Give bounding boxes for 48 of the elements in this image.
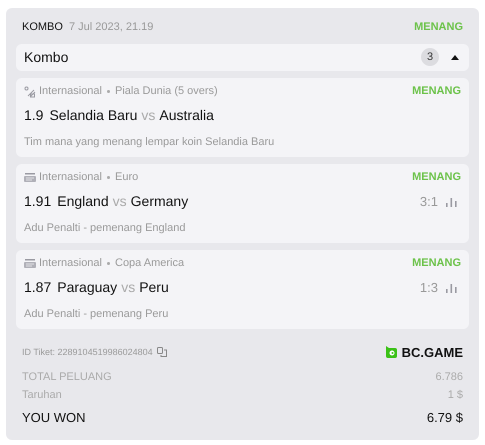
bet-selection: Adu Penalti - pemenang England xyxy=(24,220,186,236)
fifa-logo-icon xyxy=(24,172,36,184)
fifa-logo-icon xyxy=(24,258,36,270)
odds: 1.87 xyxy=(24,278,52,297)
status-label: MENANG xyxy=(412,256,461,272)
event-category: Internasional xyxy=(39,84,102,100)
summary-label: YOU WON xyxy=(22,409,86,428)
bet-date: 7 Jul 2023, 21.19 xyxy=(68,20,154,35)
cricket-icon xyxy=(24,86,36,98)
brand-name: BC.GAME xyxy=(402,344,463,362)
versus-label: vs xyxy=(141,106,156,125)
score: 3:1 xyxy=(420,192,438,211)
event-league: Piala Dunia (5 overs) xyxy=(115,84,218,100)
count-badge: 3 xyxy=(421,48,439,66)
status-label: MENANG xyxy=(414,20,463,35)
event-category: Internasional xyxy=(39,170,102,186)
summary-label: TOTAL PELUANG xyxy=(22,370,112,385)
ticket-id: ID Tiket: 2289104519986024804 xyxy=(22,346,153,358)
brand-logo-icon xyxy=(384,345,398,360)
copy-icon[interactable] xyxy=(156,347,167,358)
bet-selection: Adu Penalti - pemenang Peru xyxy=(24,306,170,322)
odds: 1.9 xyxy=(24,106,44,125)
home-team: England xyxy=(57,192,109,211)
bet-selection: Tim mana yang menang lempar koin Selandia Baru xyxy=(24,134,276,150)
summary-label: Taruhan xyxy=(22,388,62,403)
away-team: Australia xyxy=(159,106,214,125)
odds: 1.91 xyxy=(24,192,52,211)
event-category: Internasional xyxy=(39,256,102,272)
event-league: Copa America xyxy=(115,256,184,272)
away-team: Peru xyxy=(139,278,169,297)
away-team: Germany xyxy=(130,192,188,211)
versus-label: vs xyxy=(121,278,136,297)
status-label: MENANG xyxy=(412,170,461,186)
versus-label: vs xyxy=(112,192,127,211)
score: 1:3 xyxy=(420,278,438,297)
home-team: Paraguay xyxy=(57,278,118,297)
combo-header[interactable]: Kombo 3 xyxy=(16,44,469,70)
summary-value: 6.79 $ xyxy=(426,409,463,428)
status-label: MENANG xyxy=(412,84,461,100)
summary-value: 6.786 xyxy=(435,370,463,385)
summary-value: 1 $ xyxy=(448,388,463,403)
stats-icon[interactable] xyxy=(446,196,457,206)
stats-icon[interactable] xyxy=(446,282,457,292)
caret-up-icon[interactable] xyxy=(451,54,459,60)
bet-type: KOMBO xyxy=(22,20,63,35)
combo-title: Kombo xyxy=(24,48,68,67)
event-league: Euro xyxy=(115,170,138,186)
home-team: Selandia Baru xyxy=(49,106,138,125)
